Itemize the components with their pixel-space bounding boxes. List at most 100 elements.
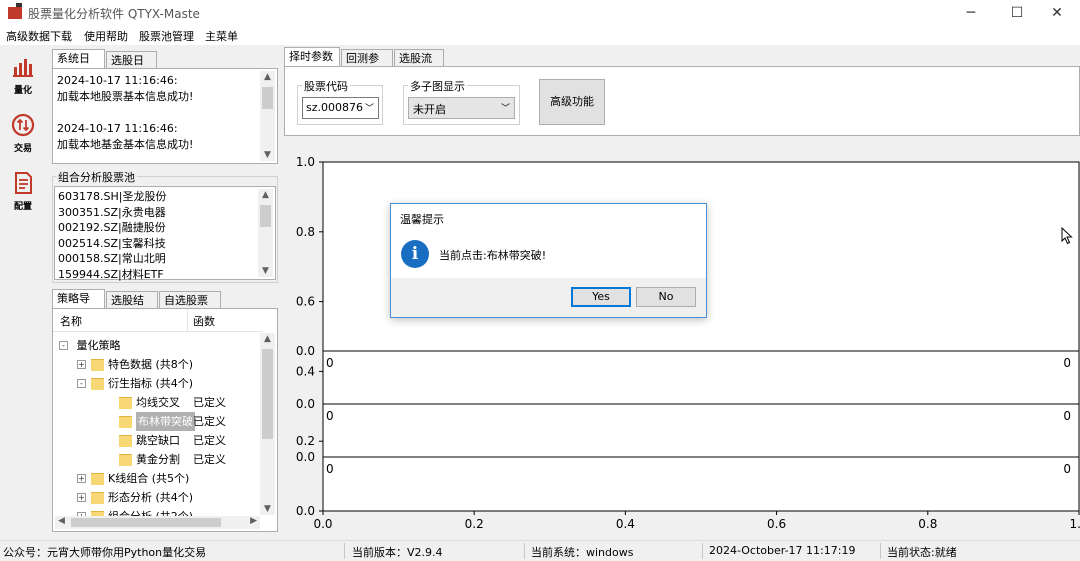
x-tick-label: 0.0 bbox=[313, 517, 332, 531]
tree-item-label: 布林带突破 bbox=[136, 412, 195, 431]
list-item[interactable]: 002514.SZ|宝馨科技 bbox=[58, 236, 258, 252]
log-text: 2024-10-17 11:16:46: 加载本地股票基本信息成功! 2024-… bbox=[57, 73, 257, 153]
collapse-icon[interactable]: - bbox=[77, 379, 86, 388]
tree-item-label: K线组合 (共5个) bbox=[108, 472, 190, 485]
tree-item-label: 形态分析 (共4个) bbox=[108, 491, 194, 504]
nav-trade-button[interactable]: 交易 bbox=[3, 109, 43, 161]
subplot-y-tick-label: 0.0 bbox=[296, 450, 315, 464]
chevron-down-icon: ﹀ bbox=[500, 104, 510, 114]
pool-scrollbar[interactable]: ▲ ▼ bbox=[258, 189, 273, 277]
subplot-x-tick-label: 0 bbox=[326, 356, 334, 370]
expand-icon[interactable]: + bbox=[77, 360, 86, 369]
close-button[interactable]: ✕ bbox=[1034, 0, 1080, 26]
tree-item[interactable]: 黄金分割 已定义 bbox=[53, 450, 263, 469]
advanced-button[interactable]: 高级功能 bbox=[539, 79, 605, 125]
tab-strategy-nav[interactable]: 策略导航 bbox=[52, 289, 105, 322]
tab-selection-flow[interactable]: 选股流程 bbox=[394, 49, 444, 82]
info-icon: i bbox=[401, 240, 429, 268]
mouse-cursor-icon bbox=[1061, 227, 1073, 245]
chart-canvas: 0.00.20.40.60.81.00.00.20.40.60.81.00.00… bbox=[296, 155, 1080, 531]
tree-item[interactable]: + 特色数据 (共8个) bbox=[53, 355, 263, 374]
tab-system-log[interactable]: 系统日志 bbox=[52, 49, 105, 82]
tree-h-scrollbar[interactable]: ◀ ▶ bbox=[55, 516, 260, 529]
column-name[interactable]: 名称 bbox=[60, 313, 82, 329]
folder-icon bbox=[91, 492, 104, 504]
tab-timing-params[interactable]: 择时参数 bbox=[284, 47, 340, 66]
tree-item-label: 黄金分割 bbox=[136, 453, 180, 466]
list-item[interactable]: 159944.SZ|材料ETF bbox=[58, 267, 258, 283]
subplot-y-tick-label: 0.0 bbox=[296, 397, 315, 411]
folder-icon bbox=[119, 416, 132, 428]
x-tick-label: 0.8 bbox=[918, 517, 937, 531]
y-tick-label: 0.8 bbox=[296, 225, 315, 239]
stock-code-combo[interactable]: sz.000876 ﹀ bbox=[302, 97, 379, 119]
subplot-combo[interactable]: 未开启 ﹀ bbox=[408, 97, 515, 119]
folder-icon bbox=[119, 397, 132, 409]
subplot-x-tick-label: 0 bbox=[326, 462, 334, 476]
tree-v-scrollbar[interactable]: ▲ ▼ bbox=[260, 333, 275, 515]
dialog-message: 当前点击:布林带突破! bbox=[439, 249, 547, 262]
tree-item[interactable]: + 形态分析 (共4个) bbox=[53, 488, 263, 507]
nav-config-button[interactable]: 配置 bbox=[3, 167, 43, 219]
tab-watchlist[interactable]: 自选股票池 bbox=[159, 291, 221, 324]
subplot-x-tick-label: 0 bbox=[1063, 356, 1071, 370]
menu-main[interactable]: 主菜单 bbox=[205, 28, 238, 44]
pool-list[interactable]: 603178.SH|圣龙股份 300351.SZ|永贵电器 002192.SZ|… bbox=[54, 186, 276, 283]
document-icon bbox=[15, 172, 32, 194]
nav-quant-button[interactable]: 量化 bbox=[3, 51, 43, 103]
menu-help[interactable]: 使用帮助 bbox=[84, 28, 128, 44]
params-panel: 股票代码 sz.000876 ﹀ 多子图显示 未开启 ﹀ 高级功能 bbox=[284, 66, 1080, 136]
nav-quant-label: 量化 bbox=[13, 86, 32, 96]
tree-item[interactable]: 跳空缺口 已定义 bbox=[53, 431, 263, 450]
nav-trade-label: 交易 bbox=[13, 144, 32, 154]
x-tick-label: 0.2 bbox=[465, 517, 484, 531]
folder-icon bbox=[91, 359, 104, 371]
title-bar: 股票量化分析软件 QTYX-Maste ─ ☐ ✕ bbox=[0, 0, 1080, 26]
tree-item-label: 均线交叉 bbox=[136, 396, 180, 409]
tab-backtest-params[interactable]: 回测参数 bbox=[341, 49, 393, 82]
y-tick-label: 0.4 bbox=[296, 364, 315, 378]
subplot-y-tick-label: 0.0 bbox=[296, 344, 315, 358]
subplot-x-tick-label: 0 bbox=[1063, 409, 1071, 423]
expand-icon[interactable]: + bbox=[77, 474, 86, 483]
status-state: 当前状态:就绪 bbox=[887, 546, 957, 559]
y-tick-label: 0.2 bbox=[296, 434, 315, 448]
minimize-button[interactable]: ─ bbox=[948, 0, 994, 26]
chevron-down-icon: ﹀ bbox=[364, 104, 374, 114]
collapse-icon[interactable]: - bbox=[59, 341, 68, 350]
status-version: 当前版本：V2.9.4 bbox=[352, 546, 443, 559]
log-line: 2024-10-17 11:16:46: bbox=[57, 122, 178, 135]
list-item[interactable]: 002192.SZ|融捷股份 bbox=[58, 220, 258, 236]
list-item[interactable]: 300351.SZ|永贵电器 bbox=[58, 205, 258, 221]
subplot-x-tick-label: 0 bbox=[326, 409, 334, 423]
x-tick-label: 0.6 bbox=[767, 517, 786, 531]
folder-icon bbox=[91, 473, 104, 485]
tab-selection-result[interactable]: 选股结果 bbox=[106, 291, 158, 324]
no-button[interactable]: No bbox=[636, 287, 696, 307]
menu-pool-management[interactable]: 股票池管理 bbox=[139, 28, 194, 44]
y-tick-label: 0.0 bbox=[296, 504, 315, 518]
tree-item[interactable]: - 衍生指标 (共4个) bbox=[53, 374, 263, 393]
status-bar: 公众号：元宵大师带你用Python量化交易 当前版本：V2.9.4 当前系统：w… bbox=[0, 540, 1080, 561]
expand-icon[interactable]: + bbox=[77, 493, 86, 502]
list-item[interactable]: 000158.SZ|常山北明 bbox=[58, 251, 258, 267]
pool-title: 组合分析股票池 bbox=[56, 169, 137, 185]
tree-item-function: 已定义 bbox=[193, 415, 226, 428]
column-function[interactable]: 函数 bbox=[193, 313, 215, 329]
log-scrollbar[interactable]: ▲ ▼ bbox=[260, 71, 275, 161]
tree-header: 名称 函数 bbox=[53, 309, 263, 332]
folder-icon bbox=[91, 378, 104, 390]
menu-data-download[interactable]: 高级数据下载 bbox=[6, 28, 72, 44]
tree-root[interactable]: - 量化策略 bbox=[53, 336, 263, 355]
app-logo-icon bbox=[8, 3, 22, 19]
log-line: 2024-10-17 11:16:46: bbox=[57, 74, 178, 87]
list-item[interactable]: 603178.SH|圣龙股份 bbox=[58, 189, 258, 205]
x-tick-label: 1.0 bbox=[1069, 517, 1080, 531]
tree-item[interactable]: 均线交叉 已定义 bbox=[53, 393, 263, 412]
tab-selection-log[interactable]: 选股日志 bbox=[106, 51, 157, 84]
tree-item-function: 已定义 bbox=[193, 396, 226, 409]
tree-item[interactable]: + K线组合 (共5个) bbox=[53, 469, 263, 488]
tree-item[interactable]: 布林带突破 已定义 bbox=[53, 412, 263, 431]
y-tick-label: 0.6 bbox=[296, 295, 315, 309]
yes-button[interactable]: Yes bbox=[571, 287, 631, 307]
